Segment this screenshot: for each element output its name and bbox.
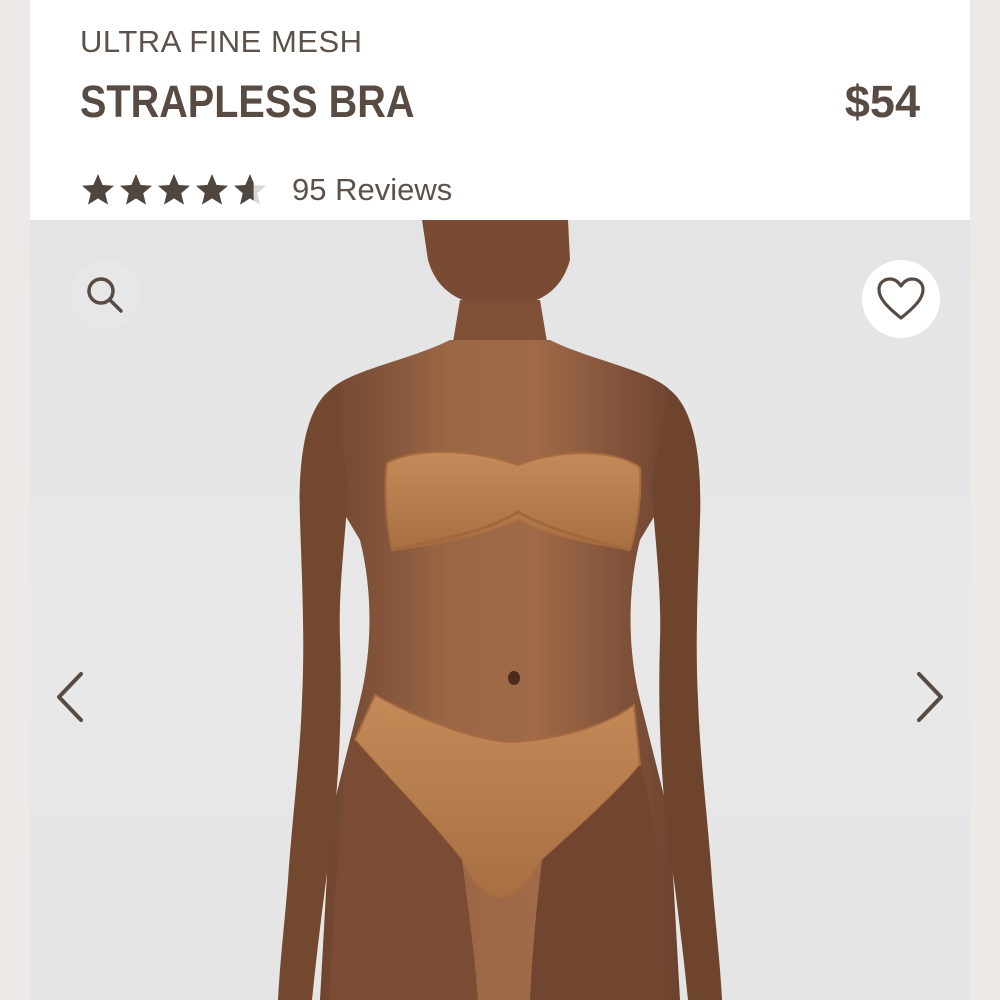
heart-outline-icon <box>877 277 925 320</box>
star-icon <box>82 174 114 205</box>
star-icon <box>196 174 228 205</box>
product-collection: ULTRA FINE MESH <box>80 24 363 59</box>
next-image-button[interactable] <box>908 665 952 729</box>
reviews-link[interactable]: 95 Reviews <box>292 172 452 208</box>
star-rating <box>80 172 270 208</box>
product-header: ULTRA FINE MESH STRAPLESS BRA $54 95 Rev… <box>30 0 970 220</box>
star-icon <box>120 174 152 205</box>
product-title: STRAPLESS BRA <box>80 76 415 127</box>
product-photo <box>278 220 722 1000</box>
star-icon <box>234 174 266 205</box>
rating-summary[interactable]: 95 Reviews <box>80 168 452 212</box>
product-image-gallery[interactable] <box>30 220 970 1000</box>
zoom-button[interactable] <box>70 260 140 330</box>
favorite-button[interactable] <box>862 260 940 338</box>
chevron-left-icon <box>57 672 83 722</box>
star-icon <box>158 174 190 205</box>
search-icon <box>87 277 123 313</box>
product-price: $54 <box>844 76 920 127</box>
chevron-right-icon <box>917 672 943 722</box>
previous-image-button[interactable] <box>48 665 92 729</box>
product-page: ULTRA FINE MESH STRAPLESS BRA $54 95 Rev… <box>30 0 970 1000</box>
